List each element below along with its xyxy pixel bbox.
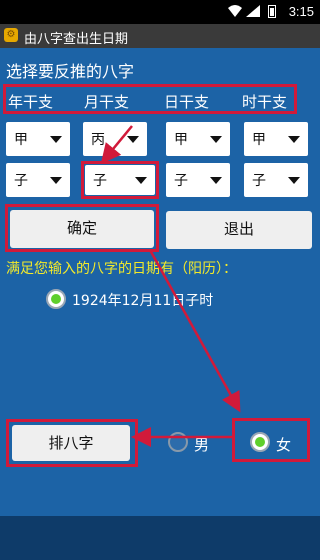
dropdown-arrow-icon [210, 136, 222, 143]
year-branch-spinner[interactable]: 子 [6, 163, 70, 197]
confirm-button[interactable]: 确定 [10, 210, 154, 248]
month-stem-spinner[interactable]: 丙 [83, 122, 147, 156]
paibazi-button[interactable]: 排八字 [12, 425, 130, 461]
dropdown-arrow-icon [50, 136, 62, 143]
radio-selected-dot [255, 437, 265, 447]
dropdown-arrow-icon [135, 177, 147, 184]
result-date-label: 1924年12月11日子时 [72, 293, 214, 309]
day-stem-value: 甲 [174, 132, 188, 148]
day-branch-spinner[interactable]: 子 [166, 163, 230, 197]
month-stem-value: 丙 [91, 132, 105, 148]
result-date-radio[interactable] [46, 289, 66, 309]
radio-selected-dot [51, 294, 61, 304]
month-pillar-label: 月干支 [84, 93, 130, 111]
female-highlight [232, 418, 310, 462]
exit-button[interactable]: 退出 [166, 211, 312, 249]
signal-icon [246, 5, 260, 17]
day-stem-spinner[interactable]: 甲 [166, 122, 230, 156]
app-icon: ⚙ [4, 28, 18, 42]
male-radio[interactable] [168, 432, 188, 452]
month-branch-value: 子 [93, 173, 107, 189]
year-pillar-label: 年干支 [8, 93, 54, 111]
hour-stem-value: 甲 [252, 132, 266, 148]
app-title: 由八字查出生日期 [24, 32, 129, 47]
day-branch-value: 子 [174, 173, 188, 189]
day-pillar-label: 日干支 [164, 93, 210, 111]
dropdown-arrow-icon [288, 136, 300, 143]
wifi-icon [228, 5, 242, 17]
page-heading: 选择要反推的八字 [6, 62, 135, 81]
result-hint: 满足您输入的八字的日期有（阳历）： [6, 261, 237, 277]
year-stem-spinner[interactable]: 甲 [6, 122, 70, 156]
male-label: 男 [194, 436, 210, 454]
pillar-labels: 年干支 月干支 日干支 时干支 [6, 86, 296, 114]
hour-pillar-label: 时干支 [242, 93, 288, 111]
dropdown-arrow-icon [127, 136, 139, 143]
hour-branch-value: 子 [252, 173, 266, 189]
dropdown-arrow-icon [50, 177, 62, 184]
hour-branch-spinner[interactable]: 子 [244, 163, 308, 197]
title-bar: ⚙ 由八字查出生日期 [0, 24, 320, 48]
battery-icon [268, 5, 276, 18]
year-stem-value: 甲 [14, 132, 28, 148]
year-branch-value: 子 [14, 173, 28, 189]
female-label: 女 [276, 436, 292, 454]
bottom-bar [0, 516, 320, 560]
hour-stem-spinner[interactable]: 甲 [244, 122, 308, 156]
status-time: 3:15 [288, 4, 314, 19]
status-bar: 3:15 [0, 0, 320, 24]
dropdown-arrow-icon [288, 177, 300, 184]
female-radio[interactable] [250, 432, 270, 452]
month-branch-spinner[interactable]: 子 [85, 165, 155, 195]
dropdown-arrow-icon [210, 177, 222, 184]
